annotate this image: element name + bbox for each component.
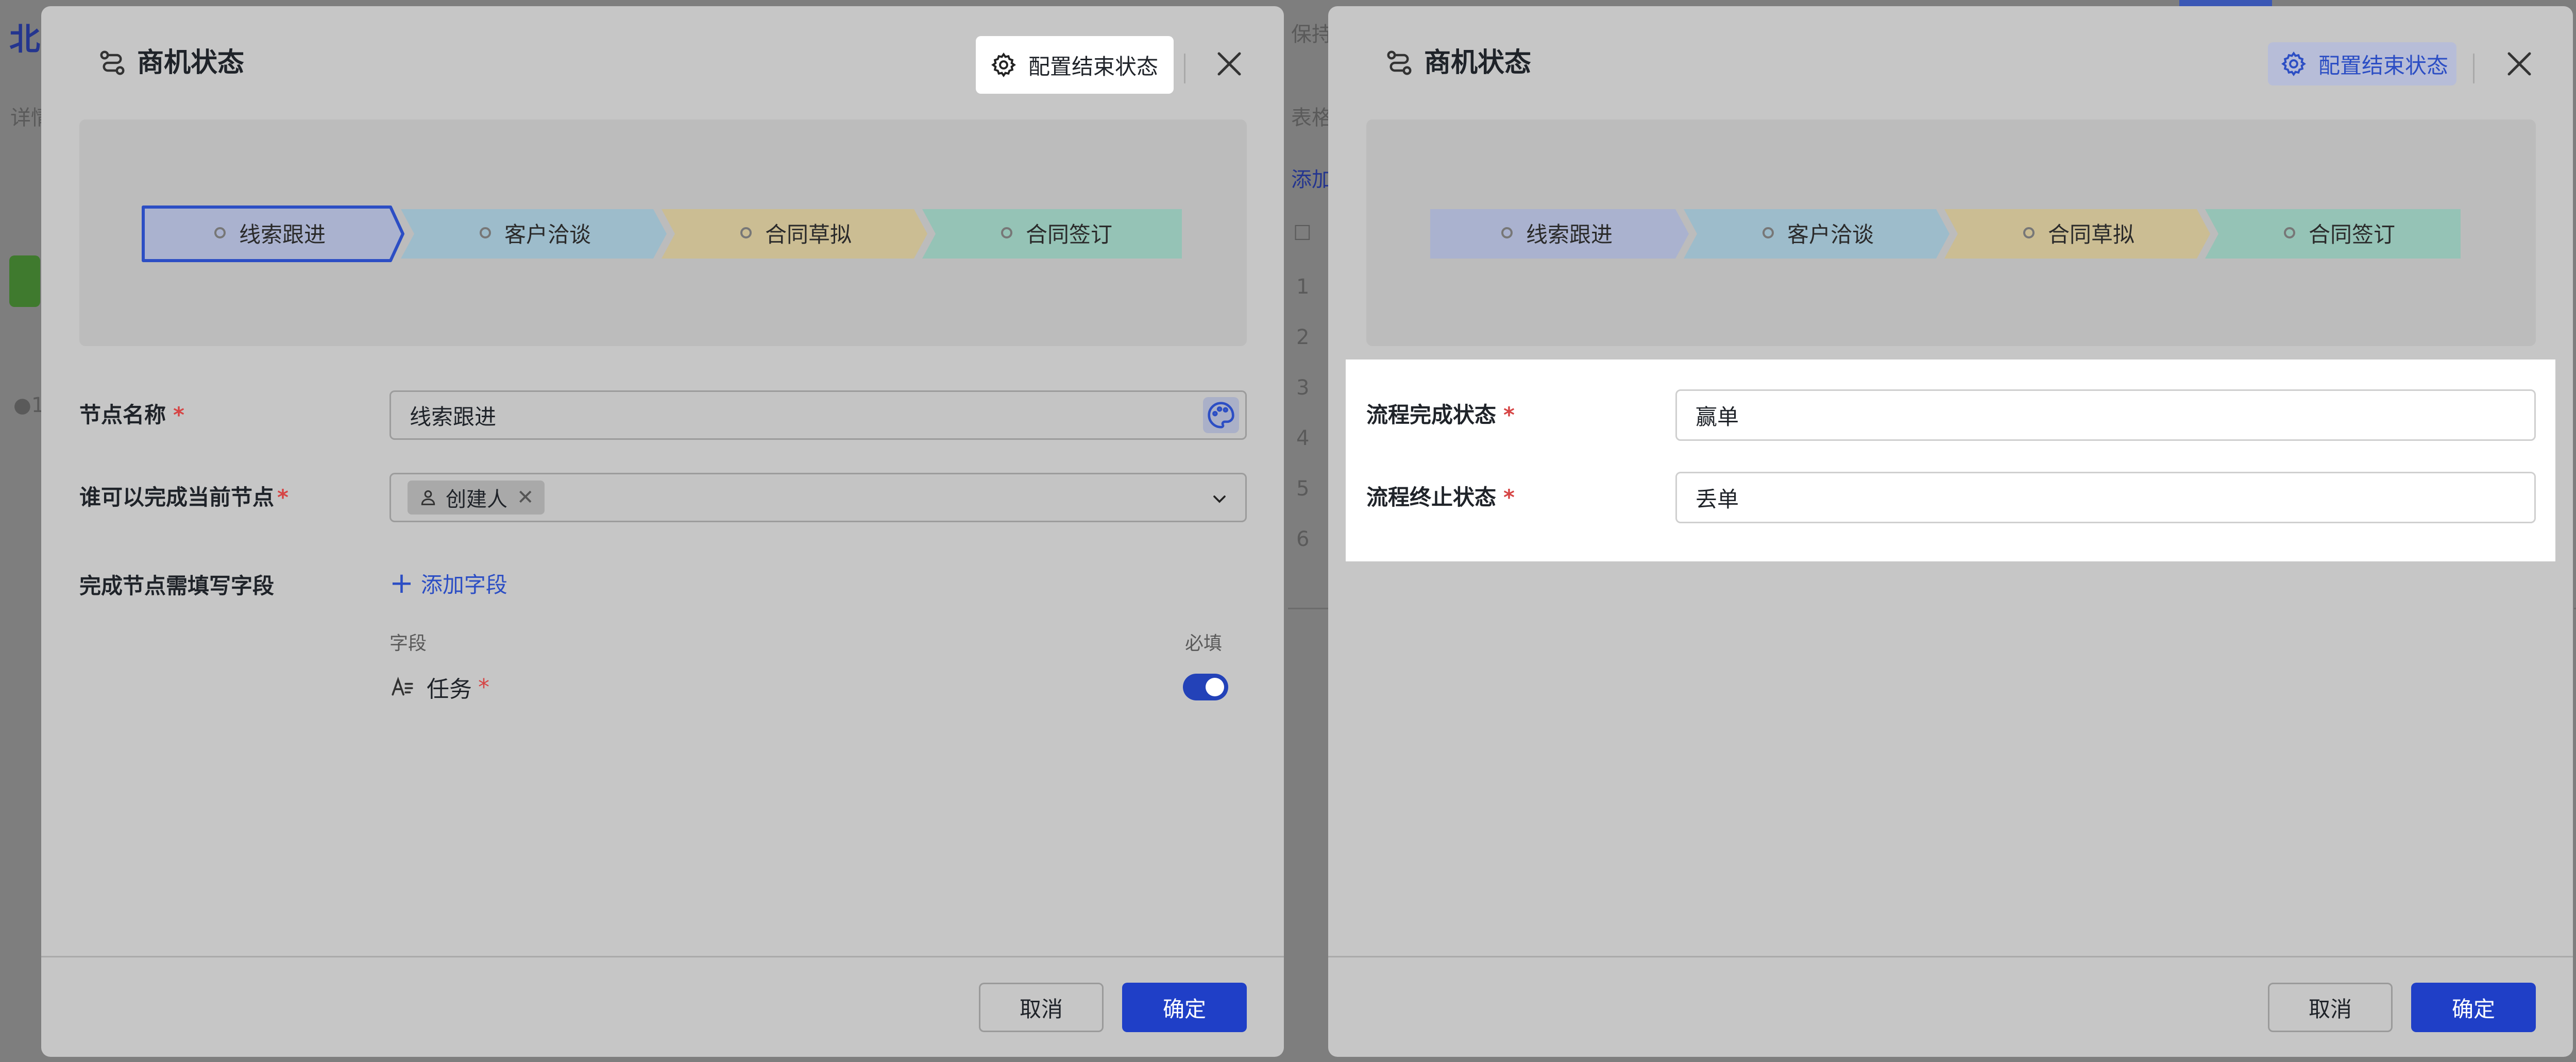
gear-icon xyxy=(2281,52,2306,76)
terminate-status-input[interactable]: 丢单 xyxy=(1675,472,2536,523)
dialog-title: 商机状态 xyxy=(137,47,245,78)
config-end-status-label: 配置结束状态 xyxy=(2318,53,2449,78)
step-4[interactable]: 合同签订 xyxy=(2218,209,2461,256)
step-label: 线索跟进 xyxy=(239,221,326,247)
step-label: 合同签订 xyxy=(2308,221,2395,247)
cancel-button[interactable]: 取消 xyxy=(2268,983,2393,1032)
chevron-down-icon[interactable] xyxy=(1209,489,1230,509)
background-row-3: 3 xyxy=(1296,376,1310,400)
gear-icon xyxy=(991,53,1016,77)
task-field-row: 任务 * xyxy=(389,671,489,704)
step-flow-panel: 线索跟进 客户洽谈 合同草拟 合同签订 xyxy=(1366,119,2536,346)
node-name-value: 线索跟进 xyxy=(410,404,497,430)
step-1[interactable]: 线索跟进 xyxy=(151,209,388,256)
background-fragment-keep: 保持 xyxy=(1291,23,1332,46)
background-row-4: 4 xyxy=(1296,426,1310,450)
background-divider xyxy=(2574,608,2576,609)
required-asterisk: * xyxy=(478,674,489,700)
add-field-button[interactable]: + 添加字段 xyxy=(389,568,507,599)
step-4[interactable]: 合同签订 xyxy=(936,209,1178,256)
background-row-1: 1 xyxy=(1296,275,1310,299)
terminate-status-label: 流程终止状态 * xyxy=(1366,485,1515,510)
step-label: 客户洽谈 xyxy=(504,221,591,247)
step-label: 线索跟进 xyxy=(1526,221,1613,247)
config-end-status-label: 配置结束状态 xyxy=(1028,54,1159,79)
step-flow-panel: 线索跟进 客户洽谈 合同草拟 合同签订 xyxy=(79,119,1247,346)
step-2[interactable]: 客户洽谈 xyxy=(1697,209,1939,256)
node-config-dialog: 商机状态 配置结束状态 线索跟进 客户洽谈 合同草拟 合同签订 节点名称 * 线索… xyxy=(41,6,1284,1057)
background-row-5: 5 xyxy=(1296,477,1310,501)
background-fragment-add: 添加 xyxy=(1291,168,1332,192)
footer-divider xyxy=(41,956,1284,957)
background-divider xyxy=(1288,608,1329,609)
cancel-button[interactable]: 取消 xyxy=(979,983,1104,1032)
close-icon[interactable] xyxy=(1214,48,1245,79)
who-can-complete-label: 谁可以完成当前节点 * xyxy=(79,485,289,510)
background-row-6: 6 xyxy=(1296,527,1310,551)
background-fragment-table: 表格 xyxy=(1291,106,1332,130)
tag-close-icon[interactable]: ✕ xyxy=(517,486,534,509)
plus-icon: + xyxy=(389,566,414,600)
step-dot xyxy=(1001,227,1012,238)
step-label: 客户洽谈 xyxy=(1787,221,1874,247)
user-icon xyxy=(421,490,435,505)
config-end-status-button[interactable]: 配置结束状态 xyxy=(976,36,1174,94)
header-separator xyxy=(1184,54,1185,83)
step-label: 合同草拟 xyxy=(2047,221,2134,247)
step-3[interactable]: 合同草拟 xyxy=(1958,209,2200,256)
task-field-label: 任务 xyxy=(427,676,472,703)
complete-status-input[interactable]: 赢单 xyxy=(1675,389,2536,441)
header-separator xyxy=(2473,54,2475,83)
step-dot xyxy=(1762,227,1774,238)
creator-tag: 创建人 ✕ xyxy=(408,481,545,515)
required-fields-label: 完成节点需填写字段 xyxy=(79,573,275,598)
flow-icon xyxy=(1387,50,1412,75)
step-dot xyxy=(214,227,226,238)
node-name-input[interactable]: 线索跟进 xyxy=(389,390,1247,440)
background-row-2: 2 xyxy=(1296,326,1310,349)
step-dot xyxy=(2283,227,2295,238)
flow-icon xyxy=(100,50,125,75)
required-column-header: 必填 xyxy=(1185,633,1223,654)
background-checkbox: ☐ xyxy=(1293,221,1312,245)
background-title-fragment: 北 xyxy=(9,22,40,58)
field-column-header: 字段 xyxy=(389,633,427,654)
footer-divider xyxy=(1328,956,2573,957)
confirm-button[interactable]: 确定 xyxy=(2411,983,2536,1032)
required-toggle[interactable] xyxy=(1183,674,1228,700)
complete-status-value: 赢单 xyxy=(1696,404,1739,430)
color-palette-button[interactable] xyxy=(1203,397,1239,433)
node-name-label: 节点名称 * xyxy=(79,402,184,427)
config-end-status-button[interactable]: 配置结束状态 xyxy=(2268,42,2456,85)
palette-icon xyxy=(1208,402,1234,429)
background-item-fragment: ●1 xyxy=(13,393,45,417)
end-status-config-dialog: 商机状态 配置结束状态 线索跟进 客户洽谈 合同草拟 合同签订 流程完成状态 * … xyxy=(1328,6,2573,1057)
complete-status-label: 流程完成状态 * xyxy=(1366,402,1515,427)
step-dot xyxy=(479,227,491,238)
step-2[interactable]: 客户洽谈 xyxy=(414,209,656,256)
confirm-button[interactable]: 确定 xyxy=(1122,983,1247,1032)
step-dot xyxy=(740,227,752,238)
step-dot xyxy=(2023,227,2035,238)
creator-tag-label: 创建人 xyxy=(446,488,507,511)
text-field-icon xyxy=(392,676,413,696)
dialog-title: 商机状态 xyxy=(1424,47,1532,78)
close-icon[interactable] xyxy=(2504,48,2535,79)
who-can-complete-select[interactable]: 创建人 ✕ xyxy=(389,473,1247,522)
terminate-status-value: 丢单 xyxy=(1696,486,1739,512)
add-field-label: 添加字段 xyxy=(420,572,507,597)
step-3[interactable]: 合同草拟 xyxy=(675,209,917,256)
step-dot xyxy=(1501,227,1513,238)
step-label: 合同草拟 xyxy=(765,221,852,247)
step-1[interactable]: 线索跟进 xyxy=(1438,209,1675,256)
step-label: 合同签订 xyxy=(1025,221,1112,247)
background-green-button xyxy=(9,255,40,307)
